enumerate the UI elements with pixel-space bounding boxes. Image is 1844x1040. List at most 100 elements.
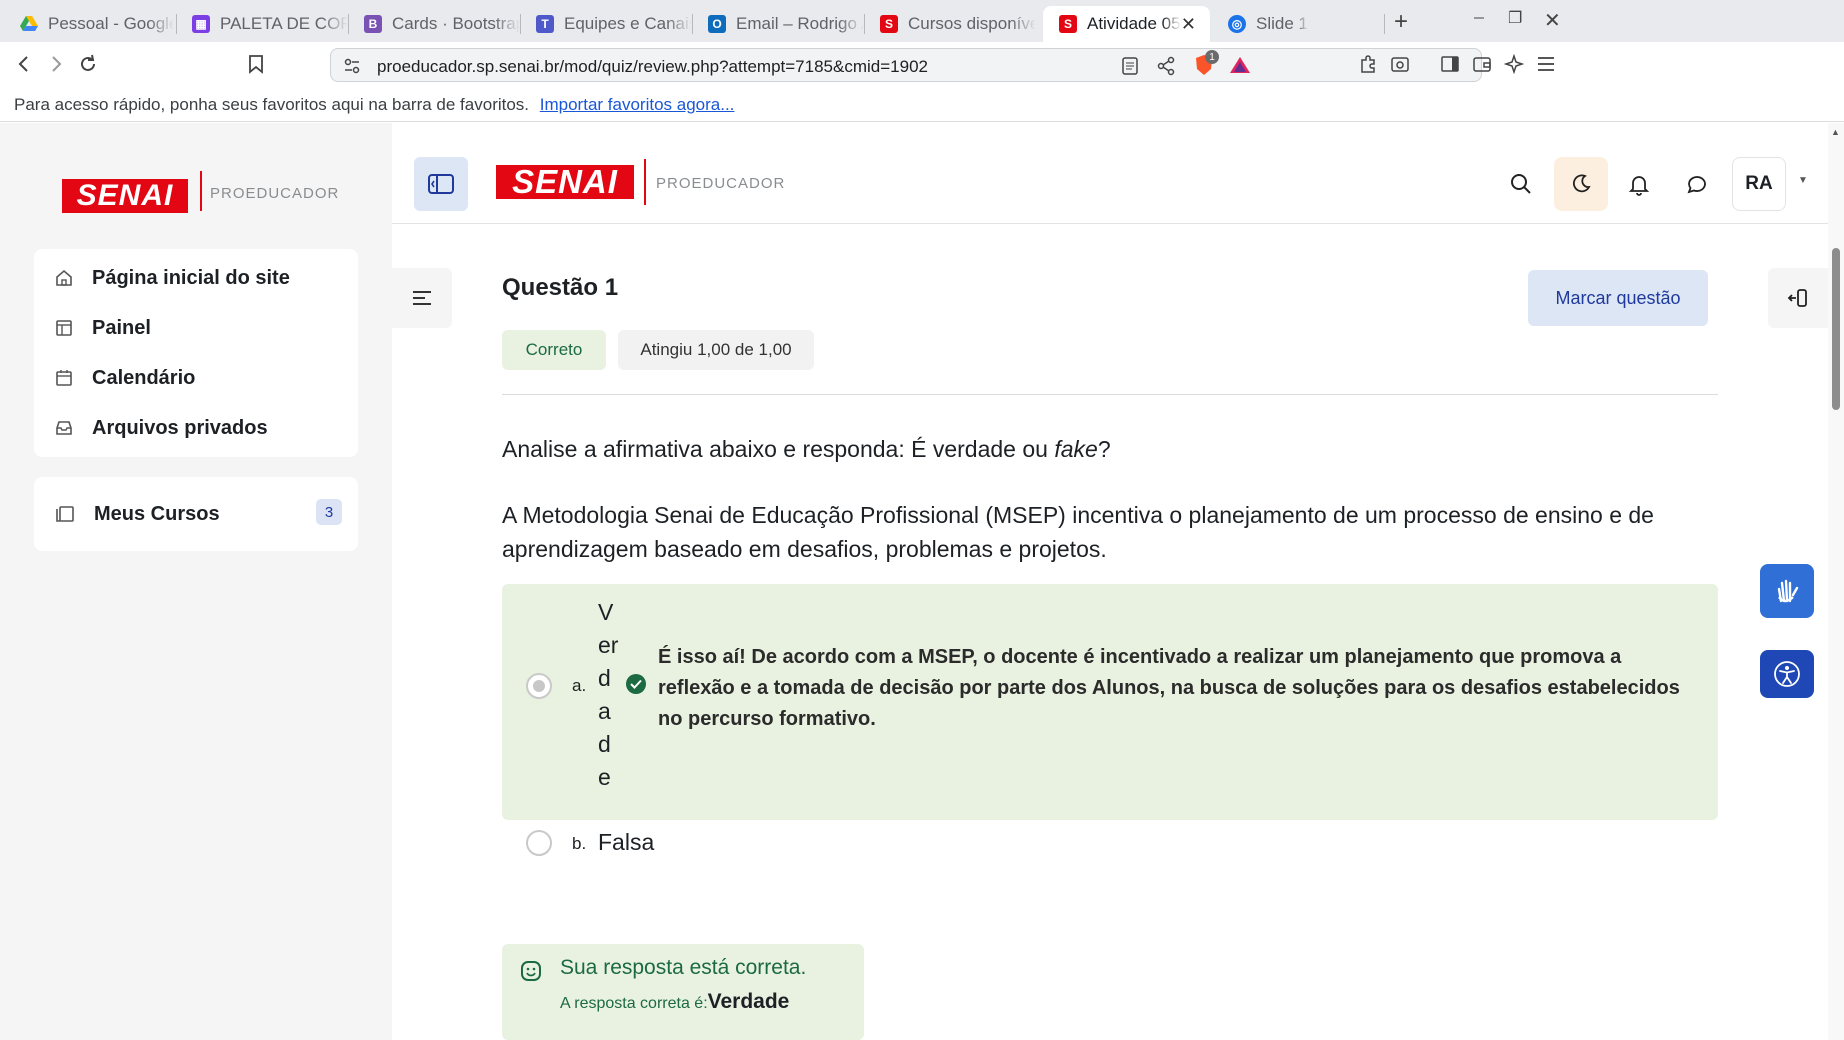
option-a-feedback: É isso aí! De acordo com a MSEP, o docen… [658,646,1680,730]
grade-badge: Atingiu 1,00 de 1,00 [618,330,814,370]
leo-ai-icon[interactable] [1500,50,1528,78]
new-tab-icon[interactable]: + [1394,8,1408,36]
share-icon[interactable] [1157,56,1175,81]
forward-icon[interactable] [42,50,70,78]
logo-subtitle: PROEDUCADOR [210,185,340,202]
question-statement: A Metodologia Senai de Educação Profissi… [502,502,1654,562]
browser-tab-bar: Pessoal - Google ▦ PALETA DE CORE B Card… [0,0,1844,42]
sign-language-icon [1777,579,1799,603]
import-bookmarks-link[interactable]: Importar favoritos agora... [540,95,735,114]
correct-answer-line: A resposta correta é:Verdade [560,990,790,1013]
dark-mode-toggle[interactable] [1554,157,1608,211]
divider [502,394,1718,395]
browser-tab-active[interactable]: S Atividade 05 ✕ [1043,6,1210,42]
result-title: Sua resposta está correta. [560,956,807,979]
menu-icon[interactable] [1532,50,1560,78]
question-prompt: Analise a afirmativa abaixo e responda: … [502,436,1111,462]
accessibility-icon [1774,661,1800,687]
senai-logo[interactable]: SENAI [62,179,188,213]
question-title: Questão 1 [502,274,619,301]
reload-icon[interactable] [74,50,102,78]
site-settings-icon[interactable] [343,57,361,80]
teams-icon: T [536,15,554,33]
reader-mode-icon[interactable] [1121,56,1139,81]
option-a-label: Verdade [598,599,619,790]
state-badge: Correto [502,330,606,370]
flag-question-button[interactable]: Marcar questão [1528,270,1708,326]
brave-shields-icon[interactable]: 1 [1193,50,1219,77]
logo-divider [200,171,202,211]
option-b-label: Falsa [598,829,655,855]
calendar-icon [56,370,72,386]
courses-icon [56,506,74,522]
check-icon [626,674,646,694]
notifications-button[interactable] [1612,157,1666,211]
site-nav-card: Página inicial do site Painel Calendário… [34,249,358,457]
answer-option-a: a. Verdade É isso aí! De acordo com a MS… [502,584,1718,820]
browser-toolbar: proeducador.sp.senai.br/mod/quiz/review.… [0,42,1844,86]
option-letter: a. [572,676,587,695]
sidebar-item-meus-cursos[interactable]: Meus Cursos [54,499,220,529]
sidebar-collapse-icon [428,174,454,194]
my-courses-card[interactable]: Meus Cursos 3 [34,477,358,551]
browser-tab[interactable]: O Email – Rodrigo A [692,6,864,42]
senai-s-icon: S [1059,15,1077,33]
accessibility-button[interactable] [1760,650,1814,698]
scrollbar-thumb[interactable] [1832,248,1840,410]
scroll-up-icon[interactable]: ▲ [1831,127,1840,137]
drawer-toggle-button[interactable] [414,157,468,211]
search-icon [1511,174,1531,194]
home-icon [56,269,72,286]
user-avatar[interactable]: RA [1732,157,1786,211]
restore-icon[interactable]: ❐ [1508,8,1522,28]
sidebar-item-calendario[interactable]: Calendário [54,363,195,393]
bootstrap-icon: B [364,15,382,33]
align-left-icon [413,291,431,305]
inbox-icon [56,421,72,435]
logo-divider [644,159,646,205]
open-drawer-icon [1787,289,1807,307]
main-region: Questão 1 Marcar questão Correto Atingiu… [392,224,1828,1040]
google-drive-icon [20,15,38,33]
extensions-icon[interactable] [1354,50,1382,78]
wallet-icon[interactable] [1468,50,1496,78]
messages-button[interactable] [1670,157,1724,211]
chat-icon [1687,176,1706,194]
result-feedback: Sua resposta está correta. A resposta co… [502,944,864,1040]
browser-tab[interactable]: T Equipes e Canais [520,6,692,42]
browser-tab[interactable]: ▦ PALETA DE CORE [176,6,348,42]
option-b-radio[interactable] [526,830,552,856]
close-icon[interactable]: ✕ [1181,14,1196,35]
quiz-nav-toggle[interactable] [392,268,452,328]
sidebar-toggle-icon[interactable] [1436,50,1464,78]
back-icon[interactable] [10,50,38,78]
browser-tab[interactable]: S Cursos disponíve [864,6,1036,42]
logo-subtitle-header: PROEDUCADOR [656,175,786,192]
sign-language-button[interactable] [1760,564,1814,618]
page-scrollbar[interactable]: ▲ [1828,123,1844,1040]
close-window-icon[interactable]: ✕ [1544,8,1561,33]
top-navbar: SENAI PROEDUCADOR RA ▼ [392,123,1828,224]
chevron-down-icon[interactable]: ▼ [1798,175,1808,186]
address-bar[interactable]: proeducador.sp.senai.br/mod/quiz/review.… [330,48,1482,82]
wallet-search-icon[interactable] [1386,50,1414,78]
brave-rewards-icon[interactable] [1229,55,1251,80]
senai-s-icon: S [880,15,898,33]
senai-logo-header[interactable]: SENAI [496,163,634,200]
sidebar-item-home[interactable]: Página inicial do site [54,263,290,293]
minimize-icon[interactable]: ⎯ [1474,6,1484,29]
search-button[interactable] [1494,157,1548,211]
dashboard-icon [56,320,72,336]
option-letter: b. [572,834,587,853]
sidebar-item-painel[interactable]: Painel [54,313,151,343]
calendar-icon: ▦ [192,15,210,33]
sidebar-item-arquivos[interactable]: Arquivos privados [54,413,268,443]
bell-icon [1628,176,1650,196]
browser-tab[interactable]: ◎ Slide 1 [1212,6,1384,42]
bookmark-icon[interactable] [242,50,270,78]
option-a-radio[interactable] [526,673,552,699]
block-drawer-toggle[interactable] [1768,268,1828,328]
smile-icon [520,960,542,987]
browser-tab[interactable]: B Cards · Bootstrap [348,6,520,42]
browser-tab[interactable]: Pessoal - Google [4,6,174,42]
